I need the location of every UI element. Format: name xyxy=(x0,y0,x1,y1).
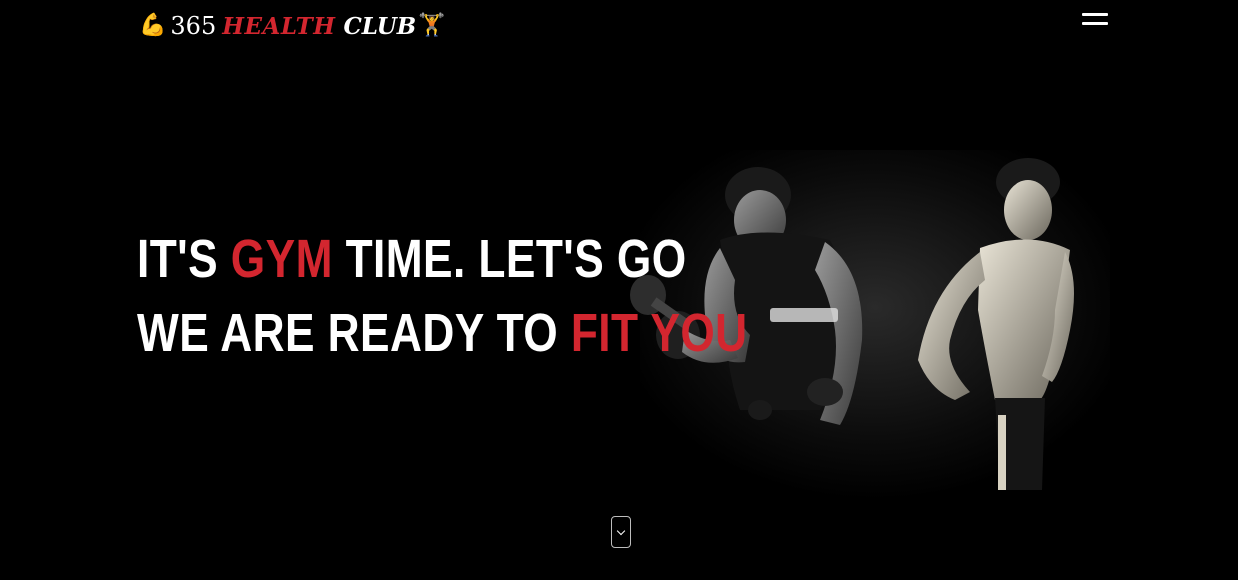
scroll-down-button[interactable] xyxy=(611,516,631,548)
headline-line-2: WE ARE READY TO FIT YOU xyxy=(137,296,748,370)
chevron-down-icon xyxy=(616,526,626,535)
hamburger-menu-icon[interactable] xyxy=(1080,10,1110,30)
headline-highlight-gym: GYM xyxy=(230,229,333,289)
headline-text: WE ARE READY TO xyxy=(137,303,571,363)
brand-logo-link[interactable]: 💪 365 HEALTH CLUB 🏋️ xyxy=(139,8,446,44)
headline-highlight-fit-you: FIT YOU xyxy=(570,303,748,363)
headline-line-1: IT'S GYM TIME. LET'S GO xyxy=(137,222,748,296)
logo-number: 365 xyxy=(170,12,217,40)
menu-bar-bottom xyxy=(1082,22,1108,25)
hero-headline: IT'S GYM TIME. LET'S GO WE ARE READY TO … xyxy=(137,222,748,370)
headline-text: TIME. LET'S GO xyxy=(332,229,687,289)
weightlifter-icon: 🏋️ xyxy=(418,13,446,38)
menu-bar-top xyxy=(1082,13,1108,16)
flexed-biceps-icon: 💪 xyxy=(139,13,167,38)
logo-word-club: CLUB xyxy=(343,12,417,40)
logo-word-health: HEALTH xyxy=(222,12,336,40)
headline-text: IT'S xyxy=(137,229,231,289)
